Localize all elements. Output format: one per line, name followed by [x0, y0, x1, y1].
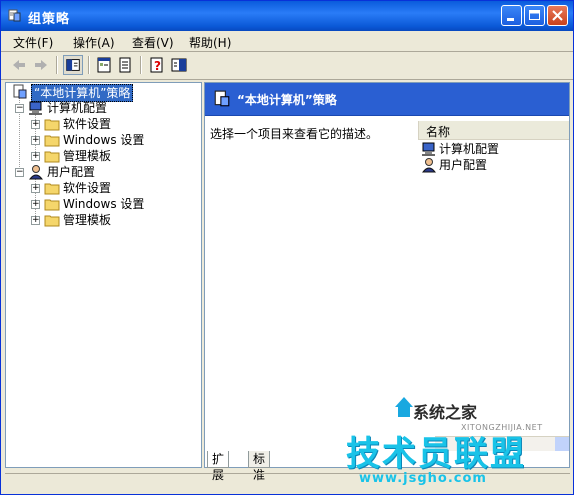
- menu-action[interactable]: 操作(A): [73, 34, 115, 51]
- console-tree-icon[interactable]: [169, 55, 189, 75]
- column-header-label: 名称: [426, 125, 451, 139]
- tree-label: 软件设置: [63, 181, 112, 195]
- folder-icon: [44, 135, 60, 147]
- details-header-title: “本地计算机”策略: [237, 93, 337, 107]
- console-tree-pane[interactable]: “本地计算机”策略 − 计算机配置 + 软件设置 + Windows 设置 + …: [5, 82, 202, 468]
- expand-toggle[interactable]: +: [31, 184, 40, 193]
- tree-label: 计算机配置: [47, 101, 108, 115]
- minimize-button[interactable]: [501, 5, 522, 26]
- tree-item-user-software[interactable]: + 软件设置: [10, 180, 200, 196]
- list-item-label: 计算机配置: [439, 142, 500, 156]
- close-icon: [552, 10, 563, 21]
- folder-icon: [44, 151, 60, 163]
- properties-icon[interactable]: [94, 55, 114, 75]
- export-list-icon[interactable]: [115, 55, 135, 75]
- tree-item-computer-admin[interactable]: + 管理模板: [10, 148, 200, 164]
- close-button[interactable]: [547, 5, 568, 26]
- computer-icon: [422, 142, 435, 156]
- folder-icon: [44, 119, 60, 131]
- svg-text:?: ?: [154, 59, 161, 73]
- user-icon: [28, 165, 44, 180]
- folder-icon: [44, 199, 60, 211]
- expand-toggle[interactable]: +: [31, 136, 40, 145]
- tab-standard[interactable]: 标准: [248, 451, 271, 482]
- tree-item-user-config[interactable]: − 用户配置: [10, 164, 200, 180]
- window-title: 组策略: [28, 12, 71, 27]
- maximize-button[interactable]: [524, 5, 545, 26]
- details-header: “本地计算机”策略: [205, 83, 569, 116]
- expand-toggle[interactable]: +: [31, 200, 40, 209]
- expand-toggle[interactable]: +: [31, 152, 40, 161]
- back-arrow-icon[interactable]: [9, 55, 29, 75]
- folder-icon: [44, 183, 60, 195]
- description-text: 选择一个项目来查看它的描述。: [210, 127, 379, 141]
- expand-toggle[interactable]: +: [31, 216, 40, 225]
- policy-icon: [214, 90, 230, 107]
- tree-item-computer-software[interactable]: + 软件设置: [10, 116, 200, 132]
- tree-item-computer-config[interactable]: − 计算机配置: [10, 100, 200, 116]
- folder-icon: [44, 215, 60, 227]
- tree-item-root[interactable]: “本地计算机”策略: [10, 84, 200, 102]
- tree-label: Windows 设置: [63, 197, 145, 211]
- collapse-toggle[interactable]: −: [15, 168, 24, 177]
- toolbar-divider: [56, 56, 58, 74]
- scroll-right-arrow-icon[interactable]: [555, 437, 569, 451]
- show-hide-tree-icon[interactable]: [63, 55, 83, 75]
- menu-view[interactable]: 查看(V): [132, 34, 174, 51]
- help-icon[interactable]: ?: [147, 55, 167, 75]
- tab-extended[interactable]: 扩展: [207, 451, 230, 482]
- group-policy-icon: [8, 9, 21, 22]
- details-pane[interactable]: “本地计算机”策略 选择一个项目来查看它的描述。 名称 计算机配置 用户配置: [204, 82, 570, 468]
- forward-arrow-icon[interactable]: [31, 55, 51, 75]
- toolbar-divider: [140, 56, 142, 74]
- computer-icon: [29, 101, 42, 115]
- menu-bar: 文件(F) 操作(A) 查看(V) 帮助(H): [1, 31, 573, 51]
- menu-file[interactable]: 文件(F): [13, 34, 53, 51]
- maximize-icon: [529, 10, 540, 20]
- tree-label: 管理模板: [63, 213, 112, 227]
- toolbar-divider: [88, 56, 90, 74]
- tree-item-user-windows[interactable]: + Windows 设置: [10, 196, 200, 212]
- tree-label: 软件设置: [63, 117, 112, 131]
- toolbar-divider-line: [1, 79, 573, 80]
- toolbar: ?: [1, 52, 573, 78]
- horizontal-scrollbar[interactable]: [435, 436, 569, 451]
- tree-item-computer-windows[interactable]: + Windows 设置: [10, 132, 200, 148]
- policy-icon: [13, 84, 27, 99]
- menu-help[interactable]: 帮助(H): [189, 34, 231, 51]
- tree-label: 管理模板: [63, 149, 112, 163]
- collapse-toggle[interactable]: −: [15, 104, 24, 113]
- tree-label: Windows 设置: [63, 133, 145, 147]
- list-item-label: 用户配置: [439, 158, 488, 172]
- tree-label: 用户配置: [47, 165, 96, 179]
- title-bar[interactable]: 组策略: [1, 1, 573, 31]
- column-header-name[interactable]: 名称: [418, 121, 569, 140]
- group-policy-window: 组策略 文件(F) 操作(A) 查看(V) 帮助(H) ? “本地计算机”策略 …: [0, 0, 574, 495]
- minimize-icon: [507, 18, 514, 21]
- tree-item-user-admin[interactable]: + 管理模板: [10, 212, 200, 228]
- expand-toggle[interactable]: +: [31, 120, 40, 129]
- status-bar: [5, 473, 570, 492]
- user-icon: [421, 158, 437, 173]
